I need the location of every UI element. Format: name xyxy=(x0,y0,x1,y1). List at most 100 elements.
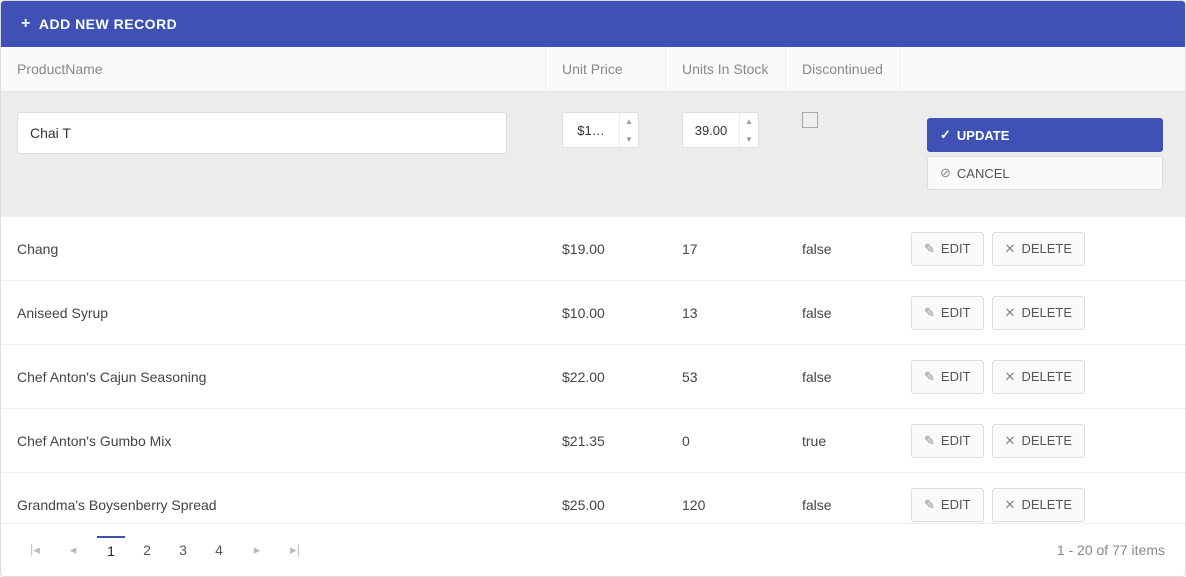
pager-page-1[interactable]: 1 xyxy=(97,536,125,564)
delete-button[interactable]: ✕ DELETE xyxy=(992,360,1085,394)
close-icon: ✕ xyxy=(1005,305,1016,321)
discontinued-checkbox[interactable] xyxy=(802,112,818,128)
header-unit-price[interactable]: Unit Price xyxy=(546,47,666,91)
edit-row: ▲ ▼ ▲ ▼ ✓ xyxy=(1,92,1185,217)
cell-commands: ✎ EDIT ✕ DELETE xyxy=(901,346,1185,408)
pencil-icon: ✎ xyxy=(924,497,935,513)
unit-price-spinners[interactable]: ▲ ▼ xyxy=(619,112,638,148)
pencil-icon: ✎ xyxy=(924,241,935,257)
edit-button-label: EDIT xyxy=(941,497,971,512)
pager-page-4[interactable]: 4 xyxy=(205,536,233,564)
pager-last-icon[interactable]: ▸| xyxy=(281,536,309,564)
pager-prev-icon[interactable]: ◂ xyxy=(59,536,87,564)
product-name-input[interactable] xyxy=(17,112,507,154)
check-icon: ✓ xyxy=(940,127,951,143)
units-in-stock-numeric[interactable]: ▲ ▼ xyxy=(682,112,759,148)
cell-units-in-stock: 0 xyxy=(666,419,786,463)
delete-button-label: DELETE xyxy=(1021,241,1072,256)
close-icon: ✕ xyxy=(1005,497,1016,513)
cell-discontinued: false xyxy=(786,291,901,335)
header-units-in-stock[interactable]: Units In Stock xyxy=(666,47,786,91)
cancel-button[interactable]: ⊘ CANCEL xyxy=(927,156,1163,190)
grid-toolbar: + ADD NEW RECORD xyxy=(1,1,1185,47)
edit-button-label: EDIT xyxy=(941,433,971,448)
delete-button[interactable]: ✕ DELETE xyxy=(992,488,1085,522)
cell-discontinued: false xyxy=(786,355,901,399)
header-commands xyxy=(901,47,1185,91)
close-icon: ✕ xyxy=(1005,433,1016,449)
update-button[interactable]: ✓ UPDATE xyxy=(927,118,1163,152)
edit-button-label: EDIT xyxy=(941,305,971,320)
cell-product-name: Chef Anton's Cajun Seasoning xyxy=(1,355,546,399)
chevron-up-icon[interactable]: ▲ xyxy=(620,112,638,130)
chevron-up-icon[interactable]: ▲ xyxy=(740,112,758,130)
cell-commands: ✎ EDIT ✕ DELETE xyxy=(901,218,1185,280)
plus-icon: + xyxy=(21,15,31,33)
cell-commands: ✎ EDIT ✕ DELETE xyxy=(901,282,1185,344)
cell-product-name: Grandma's Boysenberry Spread xyxy=(1,483,546,524)
chevron-down-icon[interactable]: ▼ xyxy=(620,130,638,148)
close-icon: ✕ xyxy=(1005,369,1016,385)
delete-button-label: DELETE xyxy=(1021,369,1072,384)
pager-summary: 1 - 20 of 77 items xyxy=(1057,542,1165,558)
cell-product-name: Chef Anton's Gumbo Mix xyxy=(1,419,546,463)
cell-unit-price: $25.00 xyxy=(546,483,666,524)
cell-units-in-stock: 13 xyxy=(666,291,786,335)
cell-product-name: Chang xyxy=(1,227,546,271)
cell-commands: ✎ EDIT ✕ DELETE xyxy=(901,410,1185,472)
edit-button[interactable]: ✎ EDIT xyxy=(911,360,984,394)
delete-button[interactable]: ✕ DELETE xyxy=(992,296,1085,330)
cell-product-name: Aniseed Syrup xyxy=(1,291,546,335)
pencil-icon: ✎ xyxy=(924,433,935,449)
cell-unit-price: $22.00 xyxy=(546,355,666,399)
delete-button-label: DELETE xyxy=(1021,497,1072,512)
grid-header-row: ProductName Unit Price Units In Stock Di… xyxy=(1,47,1185,92)
add-new-record-button[interactable]: ADD NEW RECORD xyxy=(39,16,177,32)
product-grid: + ADD NEW RECORD ProductName Unit Price … xyxy=(0,0,1186,577)
delete-button-label: DELETE xyxy=(1021,433,1072,448)
header-discontinued[interactable]: Discontinued xyxy=(786,47,901,91)
cell-discontinued: true xyxy=(786,419,901,463)
cancel-icon: ⊘ xyxy=(940,165,951,181)
delete-button[interactable]: ✕ DELETE xyxy=(992,424,1085,458)
edit-button[interactable]: ✎ EDIT xyxy=(911,424,984,458)
edit-button[interactable]: ✎ EDIT xyxy=(911,296,984,330)
cancel-button-label: CANCEL xyxy=(957,166,1010,181)
edit-button-label: EDIT xyxy=(941,369,971,384)
units-in-stock-input[interactable] xyxy=(683,122,739,139)
grid-body: ▲ ▼ ▲ ▼ ✓ xyxy=(1,92,1185,523)
unit-price-numeric[interactable]: ▲ ▼ xyxy=(562,112,639,148)
grid-pager: |◂ ◂ 1234 ▸ ▸| 1 - 20 of 77 items xyxy=(1,523,1185,576)
pager-page-2[interactable]: 2 xyxy=(133,536,161,564)
table-row: Chang$19.0017false ✎ EDIT ✕ DELETE xyxy=(1,217,1185,281)
table-row: Chef Anton's Cajun Seasoning$22.0053fals… xyxy=(1,345,1185,409)
pager-first-icon[interactable]: |◂ xyxy=(21,536,49,564)
cell-units-in-stock: 120 xyxy=(666,483,786,524)
table-row: Aniseed Syrup$10.0013false ✎ EDIT ✕ DELETE xyxy=(1,281,1185,345)
update-button-label: UPDATE xyxy=(957,128,1009,143)
pager-page-3[interactable]: 3 xyxy=(169,536,197,564)
cell-commands: ✎ EDIT ✕ DELETE xyxy=(901,474,1185,524)
edit-button-label: EDIT xyxy=(941,241,971,256)
edit-button[interactable]: ✎ EDIT xyxy=(911,232,984,266)
pencil-icon: ✎ xyxy=(924,369,935,385)
cell-units-in-stock: 53 xyxy=(666,355,786,399)
cell-unit-price: $10.00 xyxy=(546,291,666,335)
delete-button[interactable]: ✕ DELETE xyxy=(992,232,1085,266)
cell-discontinued: false xyxy=(786,483,901,524)
table-row: Grandma's Boysenberry Spread$25.00120fal… xyxy=(1,473,1185,523)
delete-button-label: DELETE xyxy=(1021,305,1072,320)
units-in-stock-spinners[interactable]: ▲ ▼ xyxy=(739,112,758,148)
pencil-icon: ✎ xyxy=(924,305,935,321)
edit-button[interactable]: ✎ EDIT xyxy=(911,488,984,522)
cell-unit-price: $19.00 xyxy=(546,227,666,271)
close-icon: ✕ xyxy=(1005,241,1016,257)
cell-discontinued: false xyxy=(786,227,901,271)
pager-next-icon[interactable]: ▸ xyxy=(243,536,271,564)
table-row: Chef Anton's Gumbo Mix$21.350true ✎ EDIT ✕ D… xyxy=(1,409,1185,473)
cell-units-in-stock: 17 xyxy=(666,227,786,271)
header-product-name[interactable]: ProductName xyxy=(1,47,546,91)
unit-price-input[interactable] xyxy=(563,122,619,139)
chevron-down-icon[interactable]: ▼ xyxy=(740,130,758,148)
cell-unit-price: $21.35 xyxy=(546,419,666,463)
